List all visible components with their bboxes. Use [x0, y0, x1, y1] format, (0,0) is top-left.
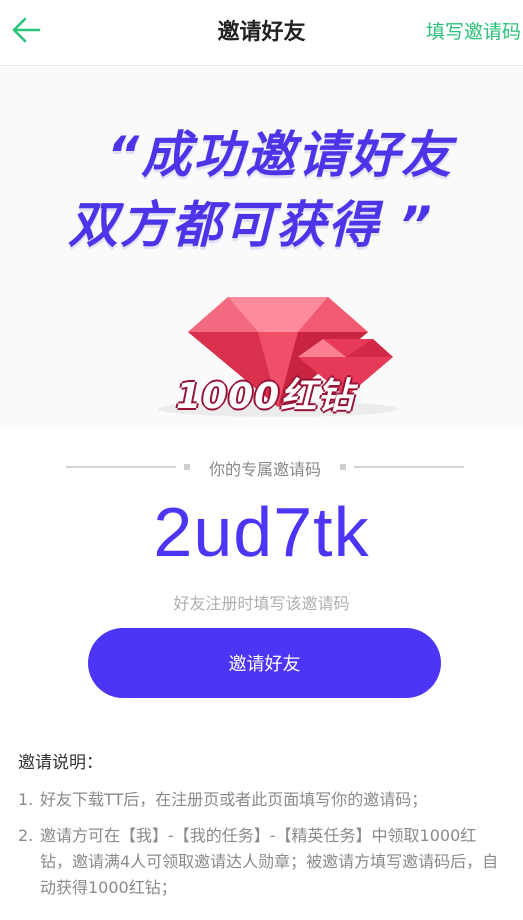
banner-slogan-line2: 双方都可获得 ” — [68, 196, 434, 254]
invite-code-value: 2ud7tk — [153, 493, 370, 571]
list-item: 1. 好友下载TT后，在注册页或者此页面填写你的邀请码； — [18, 787, 508, 813]
invite-code-label-row: 你的专属邀请码 — [66, 456, 464, 479]
enter-invite-code-button[interactable]: 填写邀请码 — [426, 17, 521, 44]
list-item-text: 邀请方可在【我】-【我的任务】-【精英任务】中领取1000红钻，邀请满4人可领取… — [40, 826, 499, 897]
list-item: 2. 邀请方可在【我】-【我的任务】-【精英任务】中领取1000红钻，邀请满4人… — [18, 823, 508, 901]
invite-code-label: 你的专属邀请码 — [208, 460, 321, 479]
invite-friends-button[interactable]: 邀请好友 — [88, 628, 441, 698]
list-item-number: 1. — [18, 790, 34, 809]
invite-banner: “成功邀请好友 双方都可获得 ” 1000红钻 — [0, 67, 523, 427]
instructions-list: 1. 好友下载TT后，在注册页或者此页面填写你的邀请码； 2. 邀请方可在【我】… — [18, 787, 508, 911]
reward-label: 1000红钻 — [176, 376, 355, 417]
instructions-title: 邀请说明： — [18, 753, 103, 773]
list-item-text: 好友下载TT后，在注册页或者此页面填写你的邀请码； — [40, 790, 428, 809]
banner-slogan-line1: “成功邀请好友 — [107, 126, 454, 184]
divider-line — [354, 466, 464, 468]
invite-code-hint: 好友注册时填写该邀请码 — [173, 594, 350, 613]
top-bar: 邀请好友 填写邀请码 — [0, 0, 523, 66]
divider-dot — [340, 464, 346, 470]
list-item-number: 2. — [18, 826, 34, 845]
